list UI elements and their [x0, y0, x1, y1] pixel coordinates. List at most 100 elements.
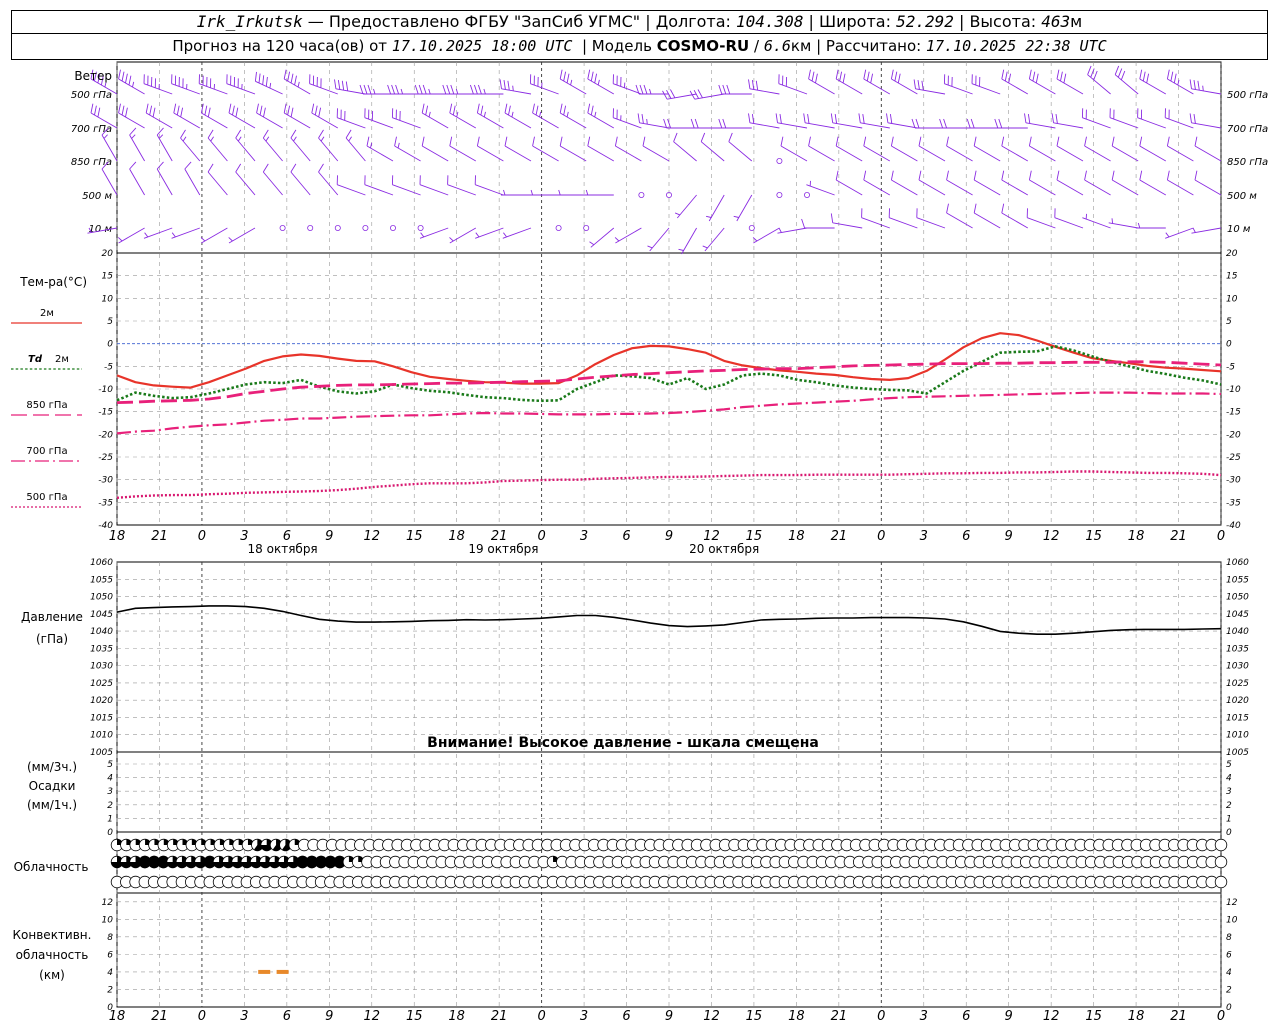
wind-barb — [366, 136, 394, 162]
wind-barb — [748, 113, 780, 129]
time-tick-label: 18 — [788, 529, 805, 544]
time-tick-label: 18 — [1128, 1009, 1145, 1024]
wind-barb — [200, 103, 228, 129]
wind-barb — [449, 136, 477, 162]
pressure-tick-label: 1025 — [1226, 679, 1249, 689]
time-tick-label: 0 — [198, 529, 206, 544]
pressure-tick-label: 1020 — [1226, 696, 1249, 706]
wind-barb — [803, 113, 835, 129]
wind-barb — [1191, 227, 1222, 234]
wind-barb — [1056, 136, 1084, 162]
wind-barb — [830, 113, 863, 129]
calm-marker — [362, 224, 369, 231]
pressure-tick-label: 1015 — [1226, 713, 1249, 723]
wind-level-label: 500 гПа — [1227, 90, 1268, 101]
time-tick-label: 6 — [962, 1009, 970, 1024]
wind-barb — [559, 136, 587, 162]
precip-1h-label: (мм/1ч.) — [27, 798, 77, 812]
wind-barb — [449, 227, 477, 244]
wind-barb — [1001, 203, 1029, 229]
wind-barb — [228, 103, 256, 129]
wind-barb — [733, 194, 753, 222]
wind-barb — [254, 71, 283, 95]
wind-barb — [290, 163, 311, 196]
wind-barb — [973, 136, 1001, 162]
wind-barb — [129, 161, 145, 196]
wind-barb — [1194, 170, 1222, 196]
wind-barb — [117, 227, 145, 244]
conv-tick-label: 0 — [1226, 1003, 1232, 1013]
legend-td-2m-label: 2м — [55, 354, 69, 365]
precip-tick-label: 4 — [1226, 774, 1232, 784]
time-tick-label: 0 — [1217, 1009, 1225, 1024]
precip-tick-label: 3 — [1226, 787, 1232, 797]
wind-barb — [1051, 113, 1084, 129]
wind-barb — [888, 208, 918, 229]
time-tick-label: 0 — [537, 1009, 545, 1024]
pressure-tick-label: 1050 — [1226, 593, 1249, 603]
pressure-tick-label: 1030 — [1226, 662, 1249, 672]
wind-barb — [673, 132, 697, 162]
time-tick-label: 0 — [1217, 529, 1225, 544]
cloud-circle — [1214, 838, 1228, 852]
wind-barb — [364, 175, 394, 196]
calm-marker — [583, 224, 590, 231]
precip-tick-label: 0 — [107, 828, 113, 838]
precip-tick-label: 0 — [1226, 828, 1232, 838]
wind-barb — [748, 79, 780, 95]
wind-barb — [171, 74, 200, 95]
pressure-tick-label: 1010 — [90, 731, 113, 741]
time-tick-label: 9 — [665, 529, 673, 544]
wind-barb — [752, 227, 780, 244]
temp-tick-label: 5 — [1226, 317, 1232, 327]
calm-marker — [279, 224, 286, 231]
calm-marker — [776, 191, 783, 198]
temp-tick-label: 5 — [107, 317, 113, 327]
legend-td-label: Td — [28, 354, 43, 365]
wind-barb — [394, 136, 421, 162]
pressure-tick-label: 1025 — [90, 679, 113, 689]
wind-barb — [728, 132, 753, 162]
wind-barb — [118, 69, 145, 95]
wind-barb — [777, 227, 808, 234]
wind-barb — [705, 194, 725, 222]
wind-barb — [504, 136, 532, 162]
time-tick-label: 18 — [788, 1009, 805, 1024]
wind-barb — [1189, 113, 1222, 129]
wind-barb — [145, 103, 173, 129]
wind-barb — [1135, 222, 1166, 229]
temp-tick-label: -15 — [98, 408, 113, 418]
time-tick-label: 3 — [580, 1009, 588, 1024]
wind-barb — [1164, 108, 1194, 129]
conv-tick-label: 0 — [107, 1003, 113, 1013]
pressure-label: Давление — [21, 610, 83, 624]
time-tick-label: 15 — [406, 1009, 423, 1024]
calm-marker — [389, 224, 396, 231]
cloud-circle — [1214, 855, 1228, 869]
wind-barb — [890, 136, 918, 162]
pressure-tick-label: 1045 — [90, 610, 113, 620]
temp-tick-label: -40 — [98, 521, 113, 531]
wind-barb — [1166, 69, 1194, 95]
temp-tick-label: 20 — [102, 249, 114, 259]
temp-tick-label: -15 — [1226, 408, 1241, 418]
wind-barb — [1139, 136, 1167, 162]
wind-barb — [674, 194, 697, 219]
wind-barb — [1165, 227, 1194, 239]
wind-barb — [1024, 113, 1056, 129]
wind-barb — [1108, 218, 1139, 229]
wind-barb — [290, 129, 311, 162]
wind-barb — [129, 127, 145, 162]
wind-barb — [614, 227, 642, 244]
wind-barb — [635, 84, 669, 95]
wind-barb — [780, 136, 808, 162]
wind-barb — [890, 170, 918, 196]
wind-level-label: 10 м — [1227, 224, 1251, 235]
precip-tick-label: 5 — [1226, 760, 1232, 770]
wind-barb — [447, 175, 476, 196]
time-tick-label: 6 — [622, 1009, 630, 1024]
precip-tick-label: 2 — [107, 801, 113, 811]
wind-level-label: 500 м — [1227, 191, 1257, 202]
day-label: 19 октября — [468, 542, 538, 556]
wind-barb — [1084, 170, 1111, 196]
